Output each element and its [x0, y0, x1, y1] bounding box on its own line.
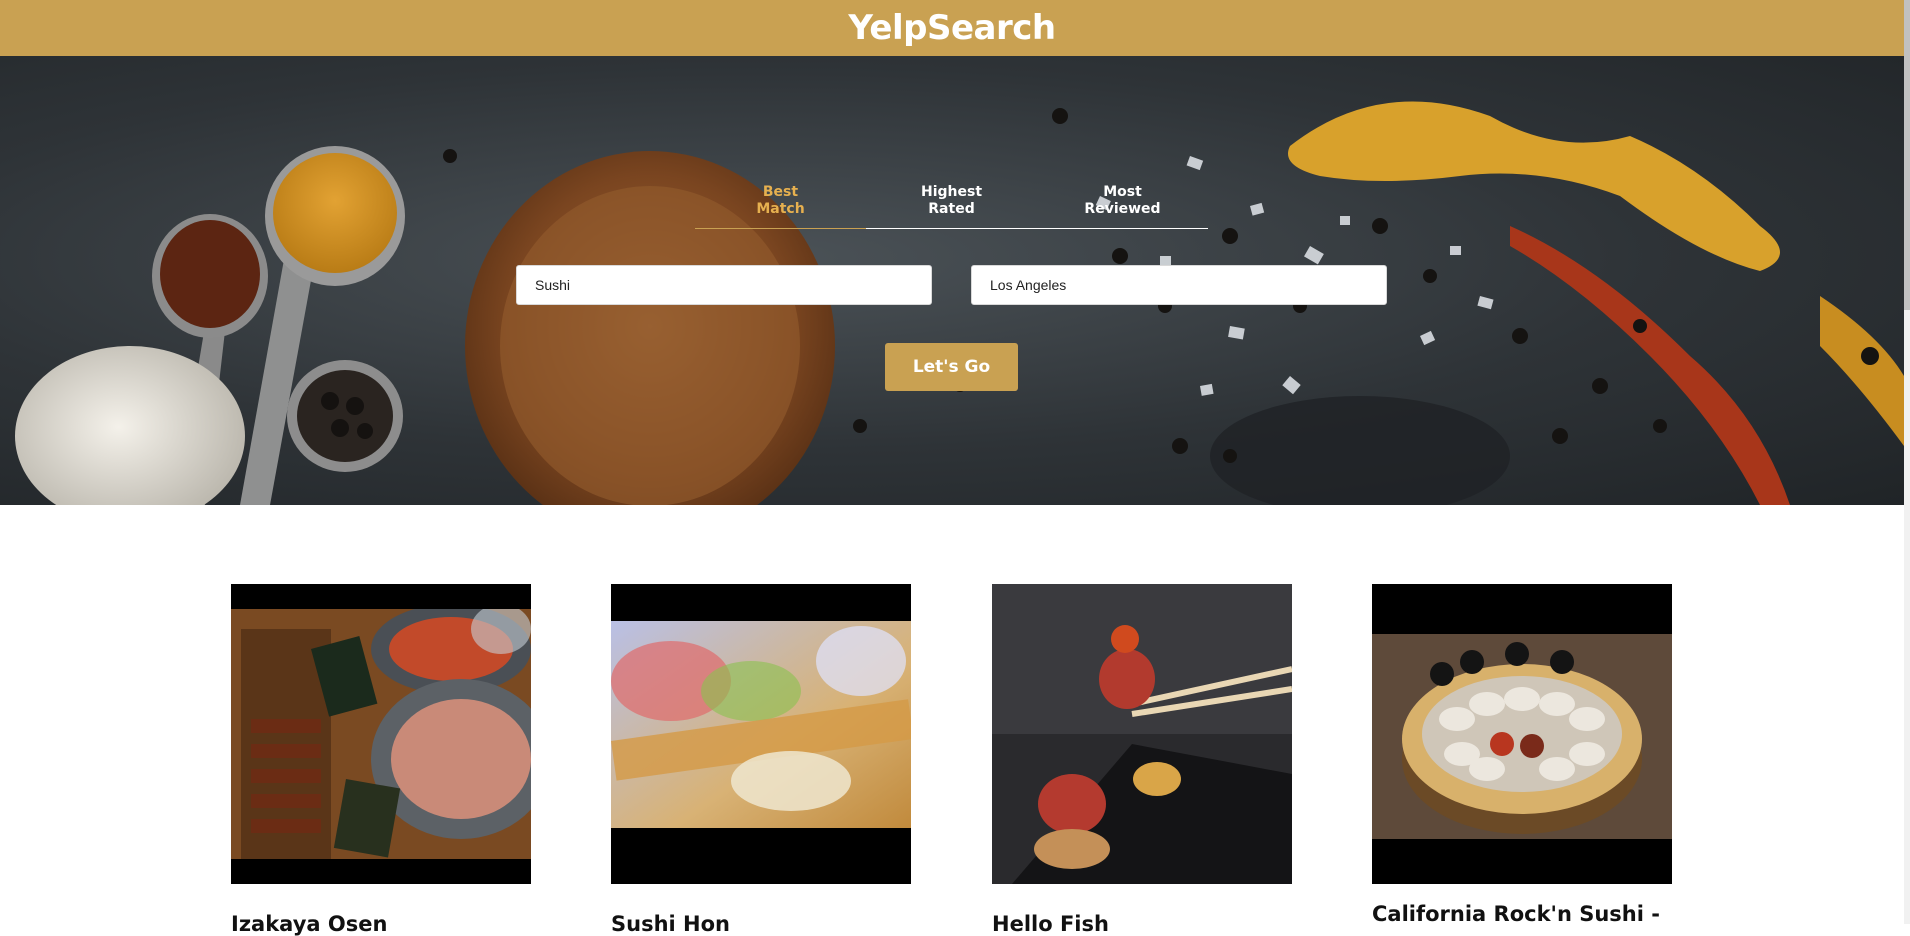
sashimi-boat-image — [611, 621, 911, 828]
page-scrollbar[interactable] — [1904, 0, 1910, 924]
business-photo[interactable] — [231, 584, 531, 884]
search-hero: Best Match Highest Rated Most Reviewed L… — [0, 56, 1904, 505]
search-submit-button[interactable]: Let's Go — [885, 343, 1018, 391]
search-location-input[interactable] — [971, 265, 1387, 305]
business-name[interactable]: California Rock'n Sushi - — [1372, 902, 1712, 926]
sort-option-highest-rated[interactable]: Highest Rated — [866, 184, 1037, 228]
business-name[interactable]: Sushi Hon — [611, 912, 951, 936]
search-term-input[interactable] — [516, 265, 932, 305]
business-card[interactable]: California Rock'n Sushi - — [1372, 584, 1672, 926]
sort-option-most-reviewed[interactable]: Most Reviewed — [1037, 184, 1208, 228]
sort-option-best-match[interactable]: Best Match — [695, 184, 866, 229]
oyster-platter-image — [1372, 634, 1672, 839]
skewers-and-rice-bowls-image — [231, 609, 531, 859]
hero-background-image — [15, 101, 1904, 505]
business-photo[interactable] — [1372, 584, 1672, 884]
business-photo[interactable] — [992, 584, 1292, 884]
business-name[interactable]: Izakaya Osen — [231, 912, 571, 936]
business-card[interactable]: Sushi Hon — [611, 584, 911, 936]
tuna-bites-with-chopsticks-image — [992, 584, 1292, 884]
app-header: YelpSearch — [0, 0, 1904, 56]
business-card[interactable]: Hello Fish — [992, 584, 1292, 936]
business-photo[interactable] — [611, 584, 911, 884]
sort-options: Best Match Highest Rated Most Reviewed — [695, 184, 1208, 229]
app-title: YelpSearch — [848, 8, 1056, 48]
business-name[interactable]: Hello Fish — [992, 912, 1332, 936]
scrollbar-thumb[interactable] — [1904, 0, 1910, 310]
business-card[interactable]: Izakaya Osen — [231, 584, 531, 936]
